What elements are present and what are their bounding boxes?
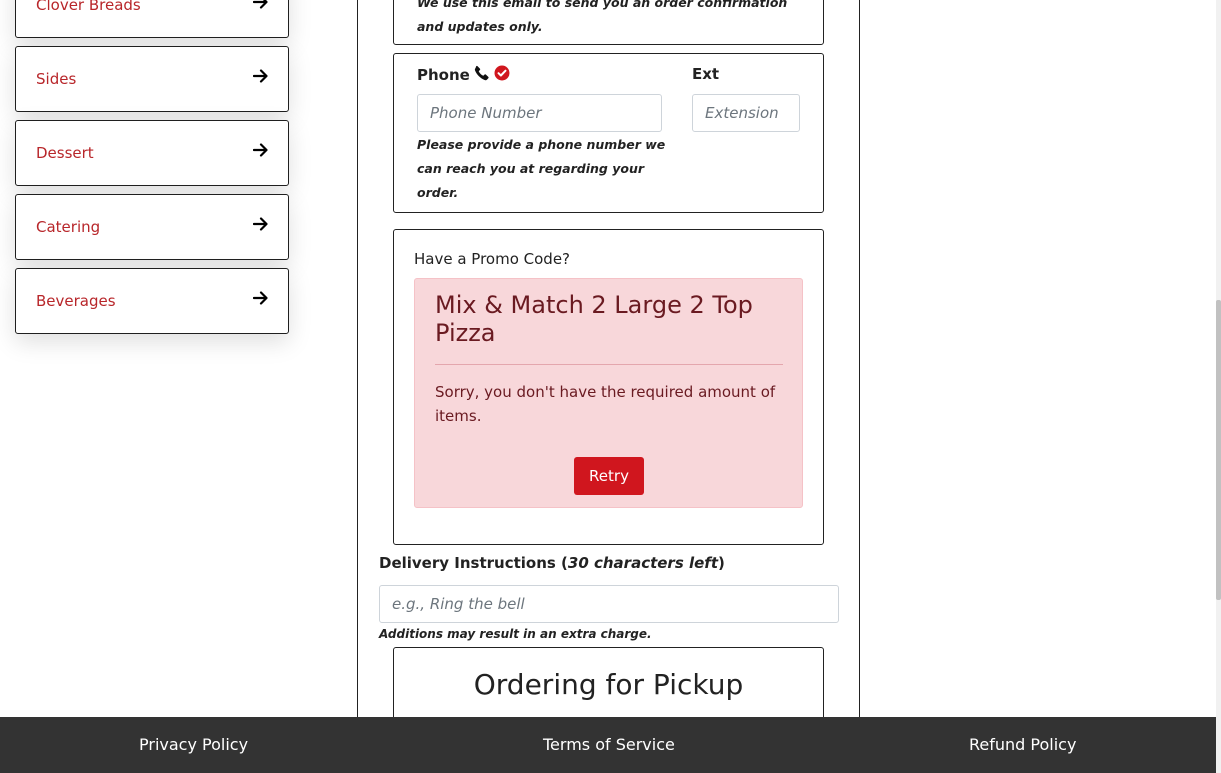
verified-check-icon xyxy=(494,65,510,85)
arrow-right-icon xyxy=(252,215,270,233)
arrow-right-icon xyxy=(252,0,270,11)
sidebar-item-clover-breads[interactable]: Clover Breads xyxy=(15,0,289,38)
footer: Privacy Policy Terms of Service Refund P… xyxy=(0,717,1216,773)
alert-heading: Mix & Match 2 Large 2 Top Pizza xyxy=(435,291,753,347)
page-scrollbar[interactable] xyxy=(1216,0,1221,773)
ext-label: Ext xyxy=(692,65,720,83)
phone-number-input[interactable]: Phone Number xyxy=(417,94,662,132)
delivery-instructions-label-end: ) xyxy=(718,554,725,572)
sidebar-item-dessert[interactable]: Dessert xyxy=(15,120,289,186)
sidebar-item-label: Clover Breads xyxy=(36,0,141,14)
sidebar-item-sides[interactable]: Sides xyxy=(15,46,289,112)
extension-input[interactable]: Extension xyxy=(692,94,800,132)
sidebar-item-label: Catering xyxy=(36,218,101,236)
characters-left-count: 30 characters left xyxy=(567,554,718,572)
delivery-instructions-input[interactable]: e.g., Ring the bell xyxy=(379,585,839,623)
phone-label: Phone xyxy=(417,65,510,85)
phone-help-text: Please provide a phone number we can rea… xyxy=(417,137,666,200)
sidebar-item-label: Dessert xyxy=(36,144,94,162)
phone-label-text: Phone xyxy=(417,66,470,84)
phone-icon xyxy=(474,65,490,85)
alert-divider xyxy=(435,364,783,365)
sidebar-item-catering[interactable]: Catering xyxy=(15,194,289,260)
arrow-right-icon xyxy=(252,289,270,307)
arrow-right-icon xyxy=(252,67,270,85)
checkout-form: We use this email to send you an order c… xyxy=(357,0,860,737)
delivery-instructions-label-text: Delivery Instructions ( xyxy=(379,554,568,572)
sidebar-item-label: Beverages xyxy=(36,292,116,310)
promo-error-alert: Mix & Match 2 Large 2 Top Pizza Sorry, y… xyxy=(414,278,803,508)
category-sidebar: Clover Breads Sides Dessert Catering Bev… xyxy=(15,0,289,342)
email-section: We use this email to send you an order c… xyxy=(393,0,824,45)
pickup-title: Ordering for Pickup xyxy=(473,668,744,701)
arrow-right-icon xyxy=(252,141,270,159)
email-help-text: We use this email to send you an order c… xyxy=(417,0,788,34)
delivery-instructions-label: Delivery Instructions (30 characters lef… xyxy=(379,554,725,572)
privacy-policy-link[interactable]: Privacy Policy xyxy=(139,735,248,754)
terms-of-service-link[interactable]: Terms of Service xyxy=(543,735,675,754)
alert-message: Sorry, you don't have the required amoun… xyxy=(435,383,776,425)
promo-title: Have a Promo Code? xyxy=(414,250,571,268)
promo-section: Have a Promo Code? Mix & Match 2 Large 2… xyxy=(393,229,824,545)
sidebar-item-label: Sides xyxy=(36,70,77,88)
sidebar-item-beverages[interactable]: Beverages xyxy=(15,268,289,334)
refund-policy-link[interactable]: Refund Policy xyxy=(969,735,1076,754)
scrollbar-thumb[interactable] xyxy=(1216,300,1221,600)
phone-section: Phone Ext Phone Number Extension Please … xyxy=(393,53,824,213)
delivery-instructions-help: Additions may result in an extra charge. xyxy=(379,627,652,641)
retry-button[interactable]: Retry xyxy=(574,457,644,495)
